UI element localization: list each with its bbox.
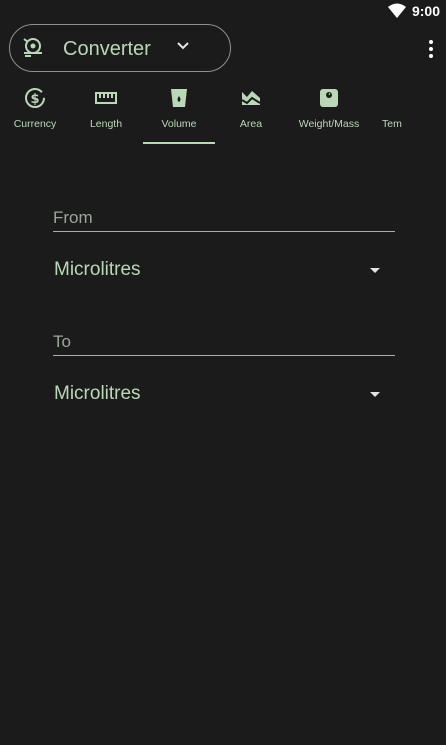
active-tab-indicator bbox=[143, 142, 215, 144]
app-title: Converter bbox=[63, 38, 151, 60]
to-unit-dropdown[interactable]: Microlitres bbox=[54, 383, 384, 411]
tab-label: Weight/Mass bbox=[298, 118, 360, 130]
from-label: From bbox=[53, 208, 93, 227]
to-input[interactable] bbox=[53, 355, 395, 356]
status-bar: 9:00 bbox=[0, 0, 446, 24]
to-label: To bbox=[53, 332, 71, 351]
tab-label: Area bbox=[239, 118, 263, 130]
app-selector[interactable]: Converter bbox=[9, 24, 231, 72]
tab-currency[interactable]: $ Currency bbox=[0, 78, 70, 144]
tab-weight-mass[interactable]: Weight/Mass bbox=[290, 78, 368, 144]
from-unit-value: Microlitres bbox=[54, 259, 141, 280]
tab-label: Volume bbox=[161, 118, 197, 130]
tab-area[interactable]: Area bbox=[216, 78, 286, 144]
dropdown-arrow-icon bbox=[370, 268, 380, 273]
area-icon bbox=[239, 85, 263, 111]
cup-icon bbox=[167, 85, 191, 111]
tab-volume[interactable]: Volume bbox=[143, 78, 215, 144]
tab-length[interactable]: Length bbox=[70, 78, 142, 144]
ruler-icon bbox=[94, 85, 118, 111]
currency-icon: $ bbox=[23, 85, 47, 111]
svg-text:$: $ bbox=[30, 92, 39, 107]
tab-label: Length bbox=[89, 118, 123, 130]
from-input[interactable] bbox=[53, 231, 395, 232]
to-unit-value: Microlitres bbox=[54, 383, 141, 404]
chevron-down-icon bbox=[175, 38, 191, 59]
wifi-icon bbox=[388, 3, 406, 24]
converter-app-icon bbox=[21, 35, 45, 64]
from-unit-dropdown[interactable]: Microlitres bbox=[54, 259, 384, 287]
status-time: 9:00 bbox=[411, 3, 440, 19]
more-options-icon[interactable] bbox=[426, 40, 436, 62]
category-tabs: $ Currency Length Volume Area Weight/Mas… bbox=[0, 78, 446, 146]
scale-icon bbox=[317, 85, 341, 111]
tab-label: Currency bbox=[13, 118, 57, 130]
dropdown-arrow-icon bbox=[370, 392, 380, 397]
tab-temperature[interactable]: Tem bbox=[382, 78, 422, 144]
tab-label: Tem bbox=[382, 118, 402, 130]
